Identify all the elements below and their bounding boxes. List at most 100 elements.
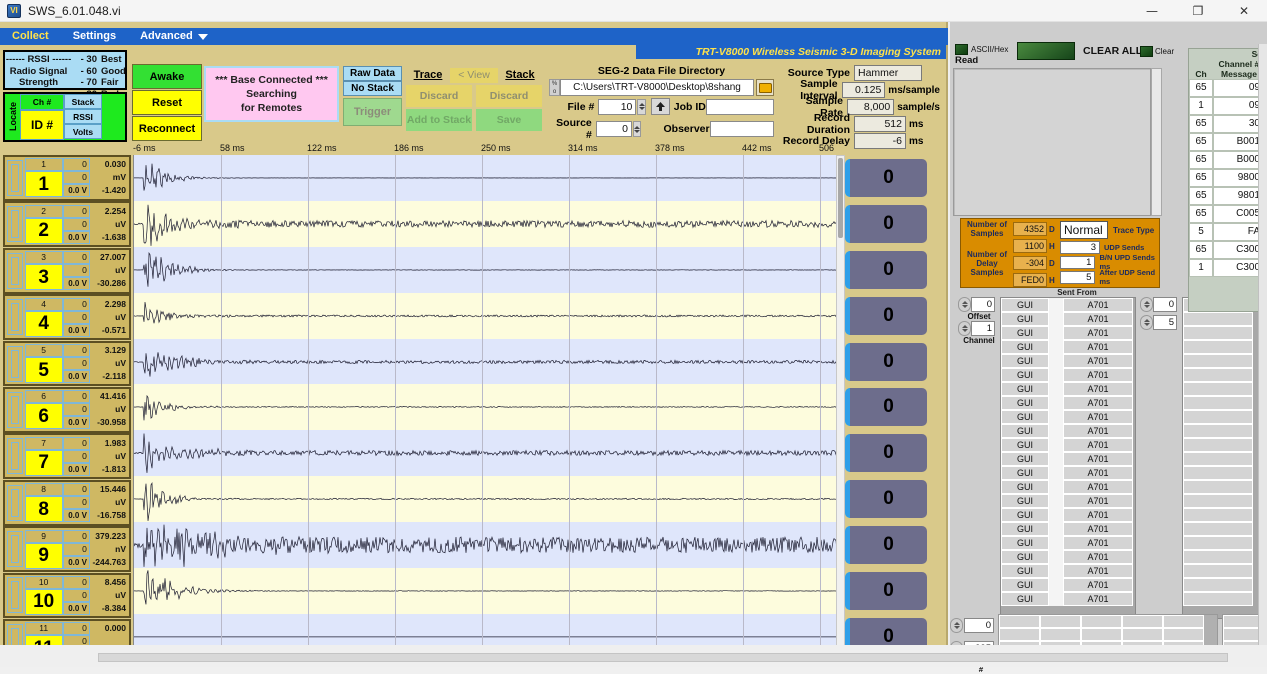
view-toggle-button[interactable]: < View [450, 68, 498, 83]
ascii-hex-led-icon[interactable] [955, 44, 968, 55]
right-value2[interactable]: 5 [1153, 315, 1177, 330]
right-edge-scrollbar[interactable] [1258, 44, 1267, 667]
trace-row[interactable] [134, 568, 836, 614]
locate-button[interactable] [7, 346, 23, 382]
browse-folder-button[interactable] [756, 79, 774, 96]
locate-button[interactable] [7, 485, 23, 521]
trace-discard-button[interactable]: Discard [406, 85, 472, 107]
reconnect-button[interactable]: Reconnect [132, 116, 202, 141]
locate-tab[interactable]: Locate [5, 94, 20, 140]
trace-row[interactable] [134, 201, 836, 247]
trigger-button[interactable]: Trigger [343, 98, 402, 126]
trace-row[interactable] [134, 339, 836, 385]
channel-row[interactable]: 66000.0 V41.416uV-30.958 [3, 387, 131, 433]
minimize-button[interactable]: — [1129, 0, 1175, 22]
trace-value-box[interactable]: 0 [845, 251, 927, 289]
channel-row[interactable]: 11000.0 V0.030mV-1.420 [3, 155, 131, 201]
awake-button[interactable]: Awake [132, 64, 202, 89]
read-indicator-led-icon[interactable] [1017, 42, 1075, 60]
right-value2-stepper[interactable] [1140, 315, 1153, 330]
no-stack-toggle[interactable]: No Stack [343, 81, 402, 96]
add-to-stack-button[interactable]: Add to Stack [406, 109, 472, 131]
close-button[interactable]: ✕ [1221, 0, 1267, 22]
channel-id[interactable]: 9 [25, 543, 63, 569]
sample-value1-stepper[interactable] [950, 618, 963, 633]
channel-id[interactable]: 3 [25, 264, 63, 290]
trace-value-box[interactable]: 0 [845, 205, 927, 243]
channel-id[interactable]: 8 [25, 496, 63, 522]
channel-row[interactable]: 22000.0 V2.254uV-1.638 [3, 201, 131, 247]
trace-row[interactable] [134, 476, 836, 522]
locate-button[interactable] [7, 392, 23, 428]
serial-console-output[interactable] [953, 68, 1151, 216]
channel-id[interactable]: 10 [25, 589, 63, 615]
trace-value-box[interactable]: 0 [845, 159, 927, 197]
locate-button[interactable] [7, 160, 23, 196]
right-value1[interactable]: 0 [1153, 297, 1177, 312]
source-number-stepper[interactable] [633, 121, 641, 137]
sample-value1[interactable]: 0 [964, 618, 994, 633]
channel-row[interactable]: 1010000.0 V8.456uV-8.384 [3, 573, 131, 619]
save-button[interactable]: Save [476, 109, 542, 131]
udp-sends-value[interactable]: 3 [1060, 241, 1100, 254]
reset-button[interactable]: Reset [132, 90, 202, 115]
job-id-input[interactable] [706, 99, 774, 115]
channel-row[interactable]: 44000.0 V2.298uV-0.571 [3, 294, 131, 340]
offset-value[interactable]: 0 [971, 297, 995, 312]
offset-stepper[interactable] [958, 297, 971, 312]
channel-id[interactable]: 6 [25, 403, 63, 429]
bn-upd-sends-value[interactable]: 1 [1060, 256, 1095, 269]
raw-data-toggle[interactable]: Raw Data [343, 66, 402, 81]
stack-discard-button[interactable]: Discard [476, 85, 542, 107]
channel-id[interactable]: 7 [25, 450, 63, 476]
trace-row[interactable] [134, 384, 836, 430]
trace-row[interactable] [134, 430, 836, 476]
trace-row[interactable] [134, 247, 836, 293]
channel-row[interactable]: 77000.0 V1.983uV-1.813 [3, 433, 131, 479]
locate-button[interactable] [7, 253, 23, 289]
after-udp-send-value[interactable]: 5 [1060, 271, 1095, 284]
channel-row[interactable]: 55000.0 V3.129uV-2.118 [3, 341, 131, 387]
observer-input[interactable] [710, 121, 774, 137]
locate-button[interactable] [7, 438, 23, 474]
locate-button[interactable] [7, 577, 23, 613]
locate-button[interactable] [7, 299, 23, 335]
serial-console-scrollbar[interactable] [1151, 68, 1162, 216]
channel-id[interactable]: 4 [25, 311, 63, 337]
trace-value-box[interactable]: 0 [845, 343, 927, 381]
menu-item-advanced[interactable]: Advanced [128, 28, 220, 45]
file-number-input[interactable]: 10 [598, 99, 636, 115]
channel-id[interactable]: 2 [25, 218, 63, 244]
waveform-scrollbar[interactable] [836, 155, 845, 660]
channel-row[interactable]: 33000.0 V27.007uV-30.286 [3, 248, 131, 294]
channel-id[interactable]: 5 [25, 357, 63, 383]
sent-from-left-table[interactable]: GUIA701GUIA701GUIA701GUIA701GUIA701GUIA7… [1000, 297, 1136, 619]
waveform-display[interactable] [133, 155, 836, 660]
waveform-scrollbar-thumb[interactable] [838, 158, 843, 238]
seg2-path-input[interactable]: C:\Users\TRT-V8000\Desktop\8shang [560, 79, 754, 96]
locate-button[interactable] [7, 531, 23, 567]
menu-item-settings[interactable]: Settings [61, 28, 128, 45]
maximize-button[interactable]: ❐ [1175, 0, 1221, 22]
trace-value-box[interactable]: 0 [845, 480, 927, 518]
source-type-value[interactable]: Hammer [854, 65, 922, 81]
trace-value-box[interactable]: 0 [845, 434, 927, 472]
trace-row[interactable] [134, 293, 836, 339]
right-value1-stepper[interactable] [1140, 297, 1153, 312]
file-increment-button[interactable] [651, 98, 670, 115]
channel-value[interactable]: 1 [971, 321, 995, 336]
trace-value-box[interactable]: 0 [845, 297, 927, 335]
trace-row[interactable] [134, 522, 836, 568]
trace-value-box[interactable]: 0 [845, 572, 927, 610]
channel-message-table[interactable]: Se Channel #( Ch Message 6509109653065B0… [1188, 48, 1266, 312]
clear-led-icon[interactable] [1140, 46, 1153, 57]
channel-row[interactable]: 88000.0 V15.446uV-16.758 [3, 480, 131, 526]
channel-row[interactable]: 99000.0 V379.223nV-244.763 [3, 526, 131, 572]
menu-item-collect[interactable]: Collect [0, 28, 61, 45]
locate-button[interactable] [7, 206, 23, 242]
trace-type-input[interactable]: Normal [1060, 221, 1108, 239]
sent-from-right-table[interactable] [1182, 297, 1262, 619]
source-number-input[interactable]: 0 [596, 121, 632, 137]
trace-row[interactable] [134, 155, 836, 201]
trace-value-box[interactable]: 0 [845, 388, 927, 426]
